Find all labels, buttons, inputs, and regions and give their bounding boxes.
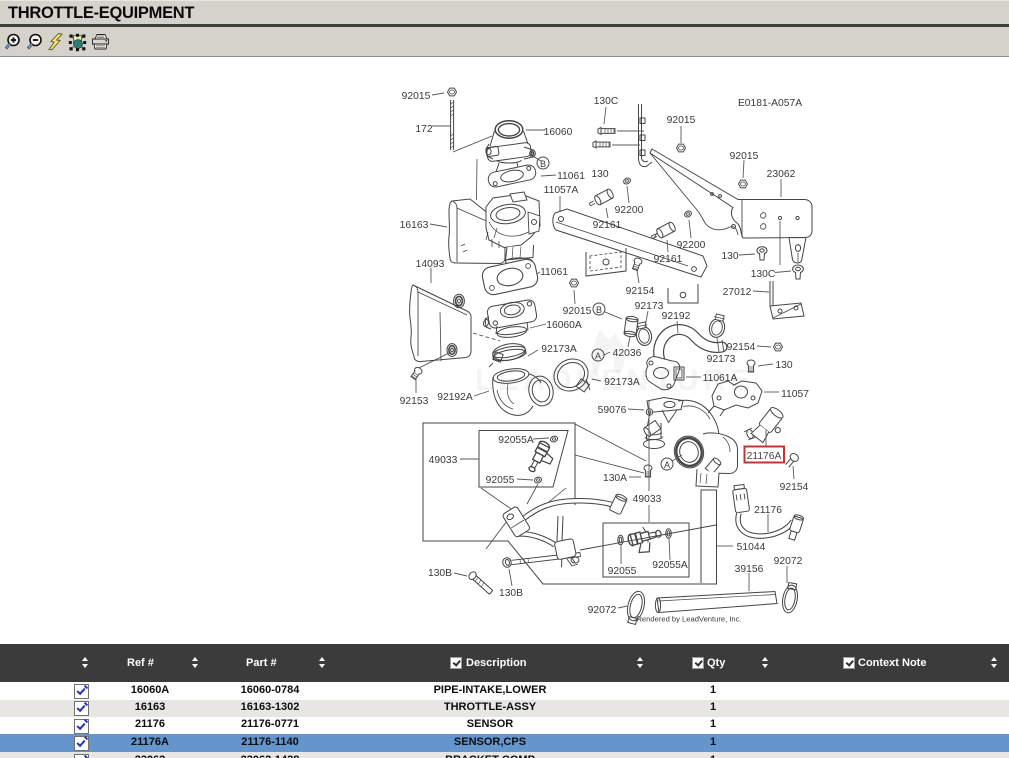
svg-text:51044: 51044 (737, 542, 766, 553)
svg-text:92055A: 92055A (498, 435, 534, 446)
svg-text:49033: 49033 (633, 494, 662, 505)
svg-text:11057: 11057 (781, 389, 809, 400)
svg-text:92153: 92153 (400, 396, 429, 407)
svg-text:21176: 21176 (754, 505, 782, 516)
svg-text:27012: 27012 (723, 287, 752, 298)
svg-text:11061A: 11061A (703, 373, 738, 384)
svg-text:B: B (540, 159, 546, 169)
svg-text:11061: 11061 (540, 267, 568, 278)
svg-text:92154: 92154 (780, 482, 809, 493)
svg-text:92015: 92015 (402, 91, 431, 102)
svg-text:23062: 23062 (767, 169, 796, 180)
svg-text:92055A: 92055A (652, 560, 688, 571)
svg-text:11057A: 11057A (544, 185, 579, 196)
svg-text:92072: 92072 (774, 556, 803, 567)
svg-text:130: 130 (591, 169, 608, 180)
svg-text:42036: 42036 (613, 348, 642, 359)
svg-text:21176A: 21176A (747, 451, 782, 462)
svg-text:92055: 92055 (486, 475, 515, 486)
svg-text:16060: 16060 (544, 127, 573, 138)
svg-text:92154: 92154 (626, 286, 655, 297)
svg-text:130A: 130A (603, 473, 627, 484)
svg-text:A: A (595, 351, 601, 361)
svg-text:92015: 92015 (730, 151, 759, 162)
svg-text:16163: 16163 (400, 220, 429, 231)
svg-text:92192: 92192 (662, 311, 691, 322)
svg-text:16060A: 16060A (546, 320, 582, 331)
svg-text:92173A: 92173A (604, 377, 640, 388)
svg-text:A: A (664, 460, 670, 470)
svg-text:92173: 92173 (707, 354, 736, 365)
svg-text:Rendered by LeadVenture, Inc.: Rendered by LeadVenture, Inc. (636, 615, 741, 624)
svg-text:92161: 92161 (593, 220, 622, 231)
svg-text:E0181-A057A: E0181-A057A (738, 98, 802, 109)
svg-text:92200: 92200 (677, 240, 706, 251)
svg-text:11061: 11061 (557, 171, 585, 182)
svg-text:130C: 130C (751, 269, 776, 280)
svg-text:92192A: 92192A (437, 392, 473, 403)
svg-text:172: 172 (415, 124, 432, 135)
svg-text:130: 130 (775, 360, 792, 371)
svg-text:92154: 92154 (727, 342, 756, 353)
svg-text:59076: 59076 (598, 405, 627, 416)
svg-text:B: B (596, 305, 602, 315)
svg-text:92200: 92200 (615, 205, 644, 216)
svg-text:130B: 130B (428, 568, 452, 579)
svg-text:14093: 14093 (416, 259, 445, 270)
svg-text:130: 130 (721, 251, 738, 262)
svg-text:92173: 92173 (635, 301, 664, 312)
svg-text:130C: 130C (594, 96, 619, 107)
svg-text:92072: 92072 (588, 605, 617, 616)
svg-text:130B: 130B (499, 588, 523, 599)
svg-text:39156: 39156 (735, 564, 764, 575)
svg-text:92015: 92015 (667, 115, 696, 126)
svg-text:92161: 92161 (654, 254, 683, 265)
svg-text:92055: 92055 (608, 566, 637, 577)
svg-text:49033: 49033 (429, 455, 458, 466)
svg-text:92173A: 92173A (541, 344, 577, 355)
svg-text:92015: 92015 (563, 306, 592, 317)
